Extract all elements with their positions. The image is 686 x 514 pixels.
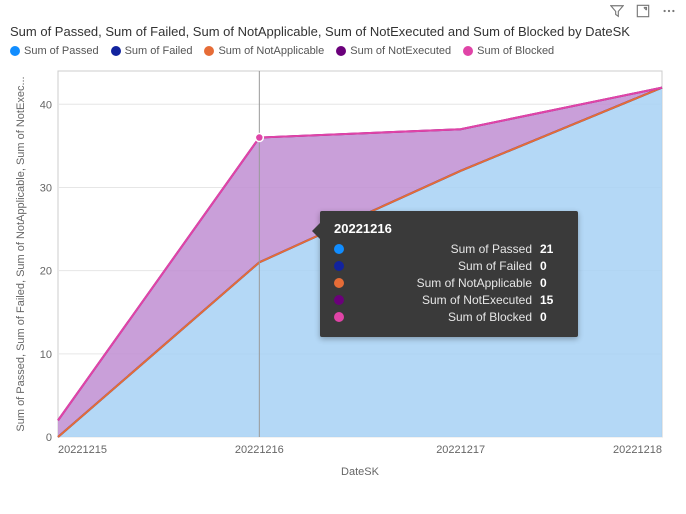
svg-text:DateSK: DateSK (341, 466, 380, 478)
tooltip-series-value: 21 (540, 242, 564, 256)
tooltip-row: Sum of NotApplicable 0 (334, 276, 564, 290)
chart-card: Sum of Passed, Sum of Failed, Sum of Not… (0, 0, 686, 514)
focus-mode-icon[interactable] (636, 4, 650, 18)
legend-swatch-icon (336, 46, 346, 56)
tooltip-dot-icon (334, 244, 344, 254)
tooltip-series-name: Sum of Failed (352, 259, 532, 273)
tooltip-series-name: Sum of NotApplicable (352, 276, 532, 290)
tooltip-dot-icon (334, 261, 344, 271)
legend-swatch-icon (10, 46, 20, 56)
legend-label: Sum of Blocked (477, 45, 554, 57)
svg-text:20: 20 (40, 266, 52, 278)
legend-swatch-icon (111, 46, 121, 56)
svg-text:0: 0 (46, 432, 52, 444)
tooltip-series-value: 0 (540, 259, 564, 273)
legend-label: Sum of NotApplicable (218, 45, 324, 57)
tooltip-series-value: 15 (540, 293, 564, 307)
legend-swatch-icon (463, 46, 473, 56)
tooltip-series-name: Sum of NotExecuted (352, 293, 532, 307)
tooltip-series-value: 0 (540, 310, 564, 324)
chart-toolbar (610, 4, 676, 18)
filter-icon[interactable] (610, 4, 624, 18)
tooltip-title: 20221216 (334, 221, 564, 236)
svg-text:10: 10 (40, 349, 52, 361)
legend-item[interactable]: Sum of NotApplicable (204, 45, 324, 57)
tooltip-series-value: 0 (540, 276, 564, 290)
legend-item[interactable]: Sum of Passed (10, 45, 99, 57)
legend-label: Sum of Failed (125, 45, 193, 57)
tooltip-row: Sum of Blocked 0 (334, 310, 564, 324)
tooltip-row: Sum of Failed 0 (334, 259, 564, 273)
svg-text:30: 30 (40, 182, 52, 194)
more-options-icon[interactable] (662, 4, 676, 18)
legend-item[interactable]: Sum of Failed (111, 45, 193, 57)
tooltip-dot-icon (334, 278, 344, 288)
tooltip-series-name: Sum of Passed (352, 242, 532, 256)
legend-label: Sum of NotExecuted (350, 45, 451, 57)
svg-text:20221217: 20221217 (436, 444, 485, 456)
svg-text:Sum of Passed, Sum of Failed,: Sum of Passed, Sum of Failed, Sum of Not… (15, 76, 27, 431)
svg-text:20221216: 20221216 (235, 444, 284, 456)
tooltip-series-name: Sum of Blocked (352, 310, 532, 324)
chart-plot[interactable]: 0 10 20 30 40 20221215 20221216 20221217 2022121… (10, 61, 674, 481)
svg-text:20221218: 20221218 (613, 444, 662, 456)
tooltip-row: Sum of NotExecuted 15 (334, 293, 564, 307)
chart-title: Sum of Passed, Sum of Failed, Sum of Not… (10, 24, 676, 39)
svg-text:40: 40 (40, 99, 52, 111)
chart-legend: Sum of Passed Sum of Failed Sum of NotAp… (10, 45, 676, 57)
legend-label: Sum of Passed (24, 45, 99, 57)
legend-swatch-icon (204, 46, 214, 56)
tooltip-row: Sum of Passed 21 (334, 242, 564, 256)
svg-text:20221215: 20221215 (58, 444, 107, 456)
tooltip-dot-icon (334, 295, 344, 305)
chart-tooltip: 20221216 Sum of Passed 21 Sum of Failed … (320, 211, 578, 337)
legend-item[interactable]: Sum of Blocked (463, 45, 554, 57)
tooltip-dot-icon (334, 312, 344, 322)
legend-item[interactable]: Sum of NotExecuted (336, 45, 451, 57)
